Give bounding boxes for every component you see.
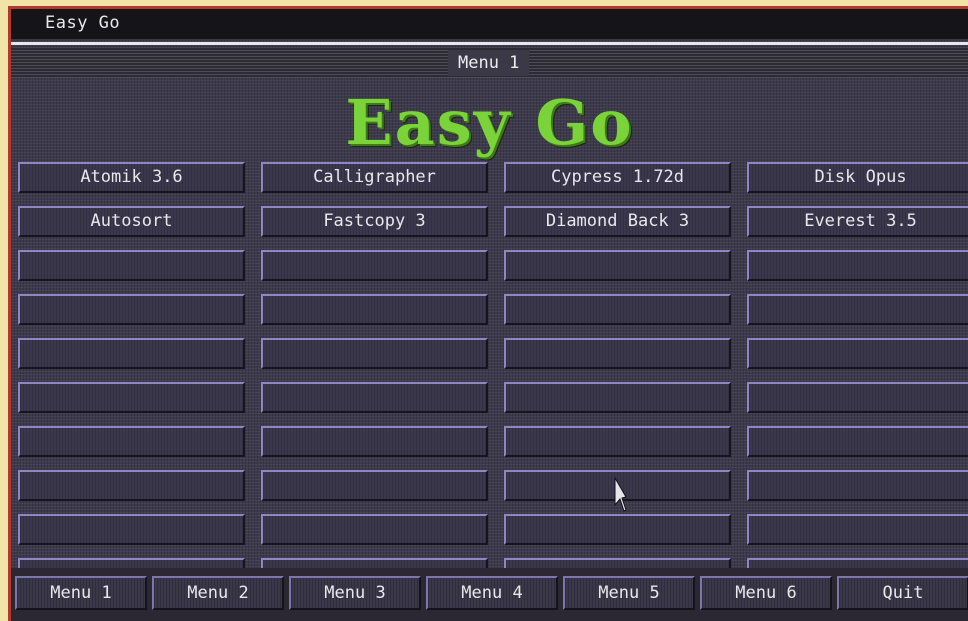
- menu-3-button[interactable]: Menu 3: [289, 576, 421, 610]
- program-grid: Atomik 3.6 Calligrapher Cypress 1.72d Di…: [18, 162, 968, 589]
- program-button-5[interactable]: Autosort: [18, 206, 245, 237]
- program-button-20[interactable]: [747, 338, 968, 369]
- menu-4-button[interactable]: Menu 4: [426, 576, 558, 610]
- program-button-11[interactable]: [504, 250, 731, 281]
- bottom-menu-bar: Menu 1 Menu 2 Menu 3 Menu 4 Menu 5 Menu …: [11, 568, 968, 621]
- program-button-28[interactable]: [747, 426, 968, 457]
- program-button-35[interactable]: [504, 514, 731, 545]
- program-button-9[interactable]: [18, 250, 245, 281]
- program-button-18[interactable]: [261, 338, 488, 369]
- program-button-17[interactable]: [18, 338, 245, 369]
- mouse-pointer-icon: [614, 477, 627, 512]
- program-button-22[interactable]: [261, 382, 488, 413]
- menu-heading: Menu 1: [448, 50, 530, 76]
- program-button-6[interactable]: Fastcopy 3: [261, 206, 488, 237]
- quit-button[interactable]: Quit: [837, 576, 968, 610]
- program-button-26[interactable]: [261, 426, 488, 457]
- program-button-13[interactable]: [18, 294, 245, 325]
- program-button-7[interactable]: Diamond Back 3: [504, 206, 731, 237]
- program-button-25[interactable]: [18, 426, 245, 457]
- title-bar[interactable]: Easy Go: [11, 9, 968, 45]
- window-title: Easy Go: [45, 13, 121, 33]
- menu-1-button[interactable]: Menu 1: [15, 576, 147, 610]
- easygo-screen: Easy Go Menu 1 Easy Go Atomik 3.6 Callig…: [8, 6, 968, 621]
- program-button-1[interactable]: Atomik 3.6: [18, 162, 245, 193]
- menu-5-button[interactable]: Menu 5: [563, 576, 695, 610]
- program-button-34[interactable]: [261, 514, 488, 545]
- title-divider: [11, 42, 968, 45]
- program-button-36[interactable]: [747, 514, 968, 545]
- program-button-2[interactable]: Calligrapher: [261, 162, 488, 193]
- program-button-21[interactable]: [18, 382, 245, 413]
- menu-6-button[interactable]: Menu 6: [700, 576, 832, 610]
- bottom-button-row: Menu 1 Menu 2 Menu 3 Menu 4 Menu 5 Menu …: [15, 576, 968, 610]
- program-button-10[interactable]: [261, 250, 488, 281]
- program-button-23[interactable]: [504, 382, 731, 413]
- program-button-15[interactable]: [504, 294, 731, 325]
- program-button-32[interactable]: [747, 470, 968, 501]
- program-button-8[interactable]: Everest 3.5: [747, 206, 968, 237]
- program-button-19[interactable]: [504, 338, 731, 369]
- menu-strip: Menu 1: [11, 48, 968, 78]
- program-button-14[interactable]: [261, 294, 488, 325]
- easygo-logo: Easy Go: [345, 86, 634, 159]
- program-button-16[interactable]: [747, 294, 968, 325]
- program-button-3[interactable]: Cypress 1.72d: [504, 162, 731, 193]
- menu-2-button[interactable]: Menu 2: [152, 576, 284, 610]
- program-button-12[interactable]: [747, 250, 968, 281]
- program-button-30[interactable]: [261, 470, 488, 501]
- program-button-4[interactable]: Disk Opus: [747, 162, 968, 193]
- program-button-33[interactable]: [18, 514, 245, 545]
- program-button-29[interactable]: [18, 470, 245, 501]
- program-button-27[interactable]: [504, 426, 731, 457]
- program-button-24[interactable]: [747, 382, 968, 413]
